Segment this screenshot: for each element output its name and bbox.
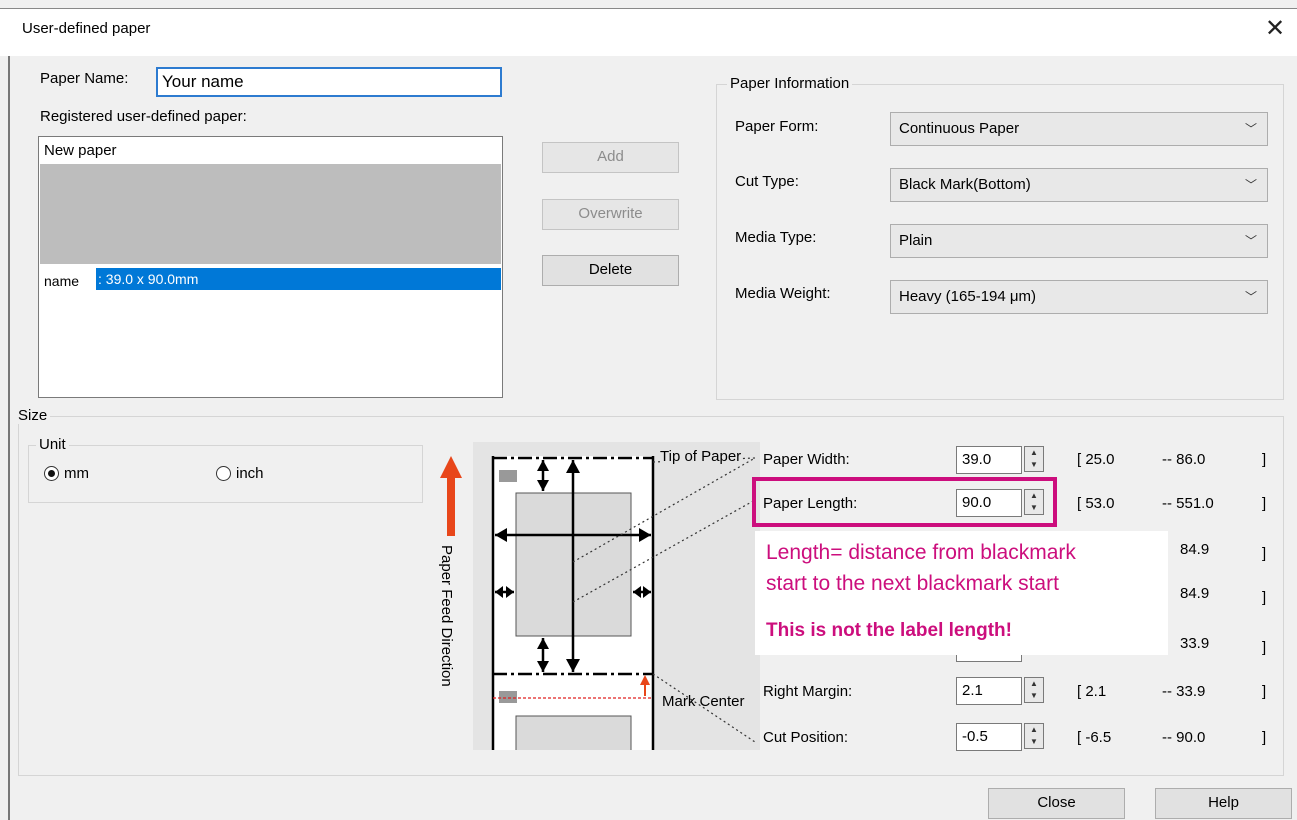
unit-title: Unit — [36, 436, 69, 453]
tip-of-paper-label: Tip of Paper — [660, 448, 742, 465]
paper-length-input[interactable]: 90.0 — [956, 489, 1022, 517]
right-margin-input[interactable]: 2.1 — [956, 677, 1022, 705]
list-item-new-paper[interactable]: New paper — [44, 142, 117, 159]
media-type-select[interactable]: Plain ﹀ — [890, 224, 1268, 258]
annotation-line1: Length= distance from blackmark — [766, 541, 1076, 564]
close-icon[interactable]: ✕ — [1260, 14, 1290, 44]
paper-width-label: Paper Width: — [763, 451, 850, 468]
annotation-line2: start to the next blackmark start — [766, 572, 1059, 595]
hidden-row2-max: 84.9 — [1180, 585, 1210, 602]
size-title: Size — [15, 407, 51, 424]
cut-type-value: Black Mark(Bottom) — [899, 176, 1031, 193]
radio-unselected-icon — [216, 466, 231, 481]
feed-direction-label-wrap: Paper Feed Direction — [431, 545, 461, 705]
right-margin-label: Right Margin: — [763, 683, 853, 700]
paper-form-value: Continuous Paper — [899, 120, 1020, 137]
right-margin-spinner[interactable]: ▲ ▼ — [1024, 677, 1044, 703]
media-type-value: Plain — [899, 232, 933, 249]
media-type-label: Media Type: — [735, 229, 817, 246]
paper-form-select[interactable]: Continuous Paper ﹀ — [890, 112, 1268, 146]
paper-name-label: Paper Name: — [40, 70, 129, 87]
unit-mm-label: mm — [64, 465, 89, 482]
cut-position-max: -- 90.0 — [1162, 729, 1206, 746]
mark-center-label: Mark Center — [662, 693, 745, 710]
chevron-down-icon: ﹀ — [1244, 290, 1257, 304]
paper-length-spinner[interactable]: ▲ ▼ — [1024, 489, 1044, 515]
add-button[interactable]: Add — [542, 142, 679, 173]
delete-button[interactable]: Delete — [542, 255, 679, 286]
paper-width-bracket: ] — [1262, 451, 1267, 468]
media-weight-select[interactable]: Heavy (165-194 μm) ﹀ — [890, 280, 1268, 314]
annotation-line3: This is not the label length! — [766, 620, 1012, 641]
chevron-down-icon: ﹀ — [1244, 122, 1257, 136]
hidden-row3-bracket: ] — [1262, 639, 1267, 656]
cut-position-input[interactable]: -0.5 — [956, 723, 1022, 751]
registered-paper-list[interactable]: New paper name : 39.0 x 90.0mm — [38, 136, 503, 398]
overwrite-button[interactable]: Overwrite — [542, 199, 679, 230]
paper-length-max: -- 551.0 — [1162, 495, 1214, 512]
hidden-row1-bracket: ] — [1262, 545, 1267, 562]
paper-information-title: Paper Information — [727, 75, 853, 92]
window-title: User-defined paper — [22, 20, 151, 37]
right-margin-bracket: ] — [1262, 683, 1267, 700]
hidden-row3-max: 33.9 — [1180, 635, 1210, 652]
cut-position-bracket: ] — [1262, 729, 1267, 746]
media-weight-label: Media Weight: — [735, 285, 831, 302]
right-margin-min: [ 2.1 — [1077, 683, 1107, 700]
cut-position-spinner[interactable]: ▲ ▼ — [1024, 723, 1044, 749]
unit-mm-radio[interactable]: mm — [44, 465, 89, 482]
registered-paper-label: Registered user-defined paper: — [40, 108, 247, 125]
paper-width-min: [ 25.0 — [1077, 451, 1115, 468]
cut-type-select[interactable]: Black Mark(Bottom) ﹀ — [890, 168, 1268, 202]
window-border — [8, 56, 10, 820]
list-redacted-area — [40, 164, 501, 264]
paper-width-input[interactable]: 39.0 — [956, 446, 1022, 474]
cut-position-label: Cut Position: — [763, 729, 849, 746]
paper-form-label: Paper Form: — [735, 118, 819, 135]
radio-selected-icon — [44, 466, 59, 481]
close-button[interactable]: Close — [988, 788, 1125, 819]
unit-inch-radio[interactable]: inch — [216, 465, 264, 482]
hidden-row2-bracket: ] — [1262, 589, 1267, 606]
paper-length-label: Paper Length: — [763, 495, 858, 512]
cut-type-label: Cut Type: — [735, 173, 799, 190]
hidden-row1-max: 84.9 — [1180, 541, 1210, 558]
title-bar — [0, 8, 1297, 56]
paper-width-max: -- 86.0 — [1162, 451, 1206, 468]
list-item-name[interactable]: name — [44, 273, 79, 289]
cut-position-min: [ -6.5 — [1077, 729, 1112, 746]
paper-name-input[interactable]: Your name — [156, 67, 502, 97]
annotation-box: Length= distance from blackmark start to… — [755, 531, 1168, 655]
list-item-selected[interactable]: : 39.0 x 90.0mm — [96, 268, 501, 290]
right-margin-max: -- 33.9 — [1162, 683, 1206, 700]
unit-inch-label: inch — [236, 465, 264, 482]
help-button[interactable]: Help — [1155, 788, 1292, 819]
chevron-down-icon: ﹀ — [1244, 234, 1257, 248]
paper-length-bracket: ] — [1262, 495, 1267, 512]
media-weight-value: Heavy (165-194 μm) — [899, 288, 1037, 305]
paper-width-spinner[interactable]: ▲ ▼ — [1024, 446, 1044, 472]
chevron-down-icon: ﹀ — [1244, 178, 1257, 192]
paper-length-min: [ 53.0 — [1077, 495, 1115, 512]
feed-direction-label: Paper Feed Direction — [438, 545, 455, 687]
feed-direction-arrow-icon — [440, 456, 462, 536]
